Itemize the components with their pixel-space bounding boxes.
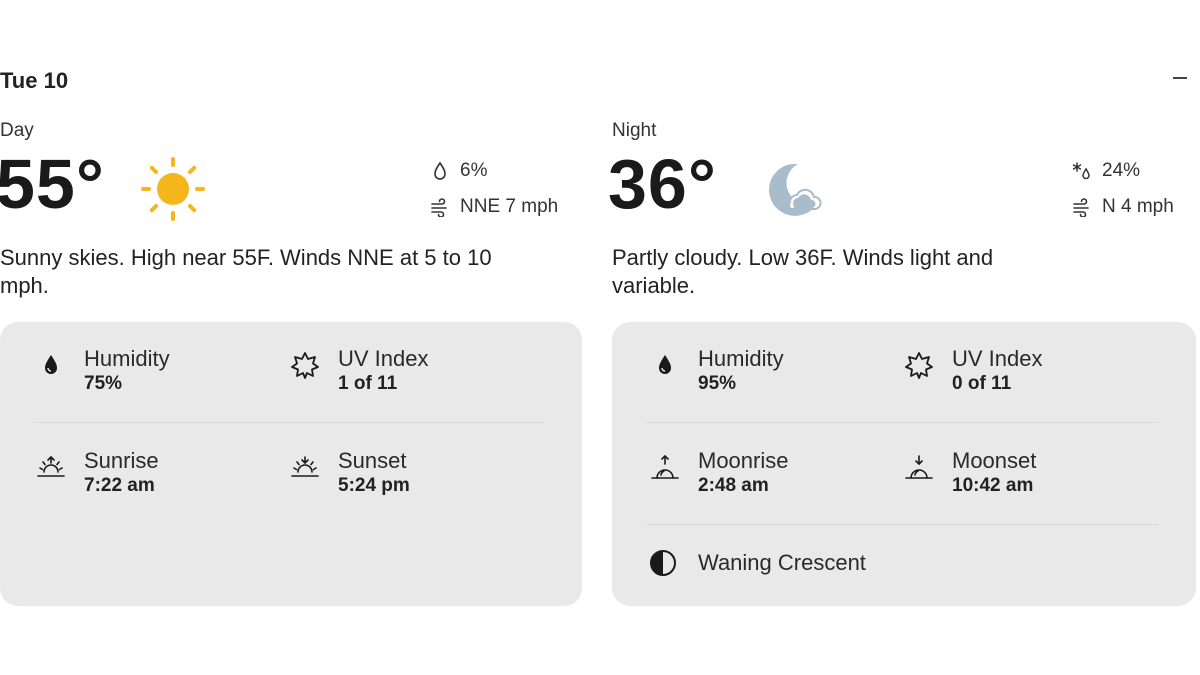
day-details-card: Humidity 75% UV Index 1 of 11 Sunrise 7:…	[0, 322, 582, 606]
snow-rain-icon	[1072, 162, 1090, 180]
wind-icon	[1073, 198, 1089, 217]
night-description: Partly cloudy. Low 36F. Winds light and …	[612, 245, 994, 298]
night-temp-row: 36° 24% N 4 mph	[608, 144, 1196, 224]
uv-index-icon	[905, 352, 933, 379]
night-details-card: Humidity 95% UV Index 0 of 11 Moonrise 2…	[612, 322, 1196, 606]
day-wind-value: NNE 7 mph	[460, 196, 559, 217]
night-moonrise-value: 2:48 am	[698, 475, 769, 496]
sunrise-icon	[37, 455, 65, 477]
day-uv: UV Index 1 of 11	[290, 346, 429, 396]
day-sunset-label: Sunset	[338, 448, 407, 473]
night-moonrise-label: Moonrise	[698, 448, 789, 473]
night-humidity: Humidity 95%	[650, 346, 784, 396]
minus-icon	[1173, 77, 1187, 79]
moonrise-icon	[651, 454, 679, 479]
humidity-drop-icon	[659, 355, 671, 374]
sun-icon	[141, 157, 205, 221]
collapse-button[interactable]	[1168, 66, 1192, 90]
night-moonset-value: 10:42 am	[952, 475, 1034, 496]
night-uv-label: UV Index	[952, 346, 1043, 371]
moonset-icon	[905, 455, 933, 479]
day-precip-value: 6%	[460, 160, 488, 181]
day-precip: 6%	[430, 160, 578, 182]
card-divider	[646, 524, 1158, 525]
day-sunrise-value: 7:22 am	[84, 475, 155, 496]
night-humidity-value: 95%	[698, 373, 737, 394]
raindrop-icon	[434, 161, 446, 180]
day-temperature: 55°	[0, 145, 105, 223]
night-moonset: Moonset 10:42 am	[904, 448, 1036, 498]
night-precip-value: 24%	[1102, 160, 1141, 181]
day-panel: Day 55° 6% NNE 7 mph Sunny skies. High n…	[0, 118, 582, 606]
day-humidity-label: Humidity	[84, 346, 170, 371]
night-uv-value: 0 of 11	[952, 373, 1012, 394]
night-wind: N 4 mph	[1072, 196, 1174, 218]
moon-phase-label: Waning Crescent	[698, 550, 866, 575]
humidity-drop-icon	[45, 355, 57, 374]
sunset-icon	[291, 456, 319, 477]
day-sunset-value: 5:24 pm	[338, 475, 410, 496]
day-wind: NNE 7 mph	[430, 196, 578, 218]
date-header: Tue 10	[0, 68, 69, 93]
night-precip: 24%	[1072, 160, 1140, 182]
day-humidity-value: 75%	[84, 373, 123, 394]
day-sunrise-label: Sunrise	[84, 448, 159, 473]
moon-cloud-icon	[769, 163, 822, 216]
card-divider	[34, 422, 544, 423]
period-label-day: Day	[0, 120, 34, 141]
uv-index-icon	[291, 352, 319, 379]
night-moonset-label: Moonset	[952, 448, 1037, 473]
day-humidity: Humidity 75%	[36, 346, 170, 396]
moon-phase: Waning Crescent	[648, 548, 866, 578]
day-sunrise: Sunrise 7:22 am	[36, 448, 159, 498]
night-humidity-label: Humidity	[698, 346, 784, 371]
period-label-night: Night	[612, 120, 657, 141]
wind-icon	[431, 198, 447, 217]
day-uv-label: UV Index	[338, 346, 429, 371]
day-description: Sunny skies. High near 55F. Winds NNE at…	[0, 245, 492, 298]
card-divider	[646, 422, 1158, 423]
night-wind-value: N 4 mph	[1102, 196, 1174, 217]
moon-phase-icon	[650, 550, 676, 576]
night-panel: Night 36° 24% N 4 mph Partly cloudy. Low…	[608, 118, 1196, 606]
day-sunset: Sunset 5:24 pm	[290, 448, 410, 498]
day-temp-row: 55° 6% NNE 7 mph	[0, 144, 582, 224]
night-uv: UV Index 0 of 11	[904, 346, 1043, 396]
day-uv-value: 1 of 11	[338, 373, 398, 394]
night-moonrise: Moonrise 2:48 am	[650, 448, 788, 498]
night-temperature: 36°	[608, 145, 717, 223]
